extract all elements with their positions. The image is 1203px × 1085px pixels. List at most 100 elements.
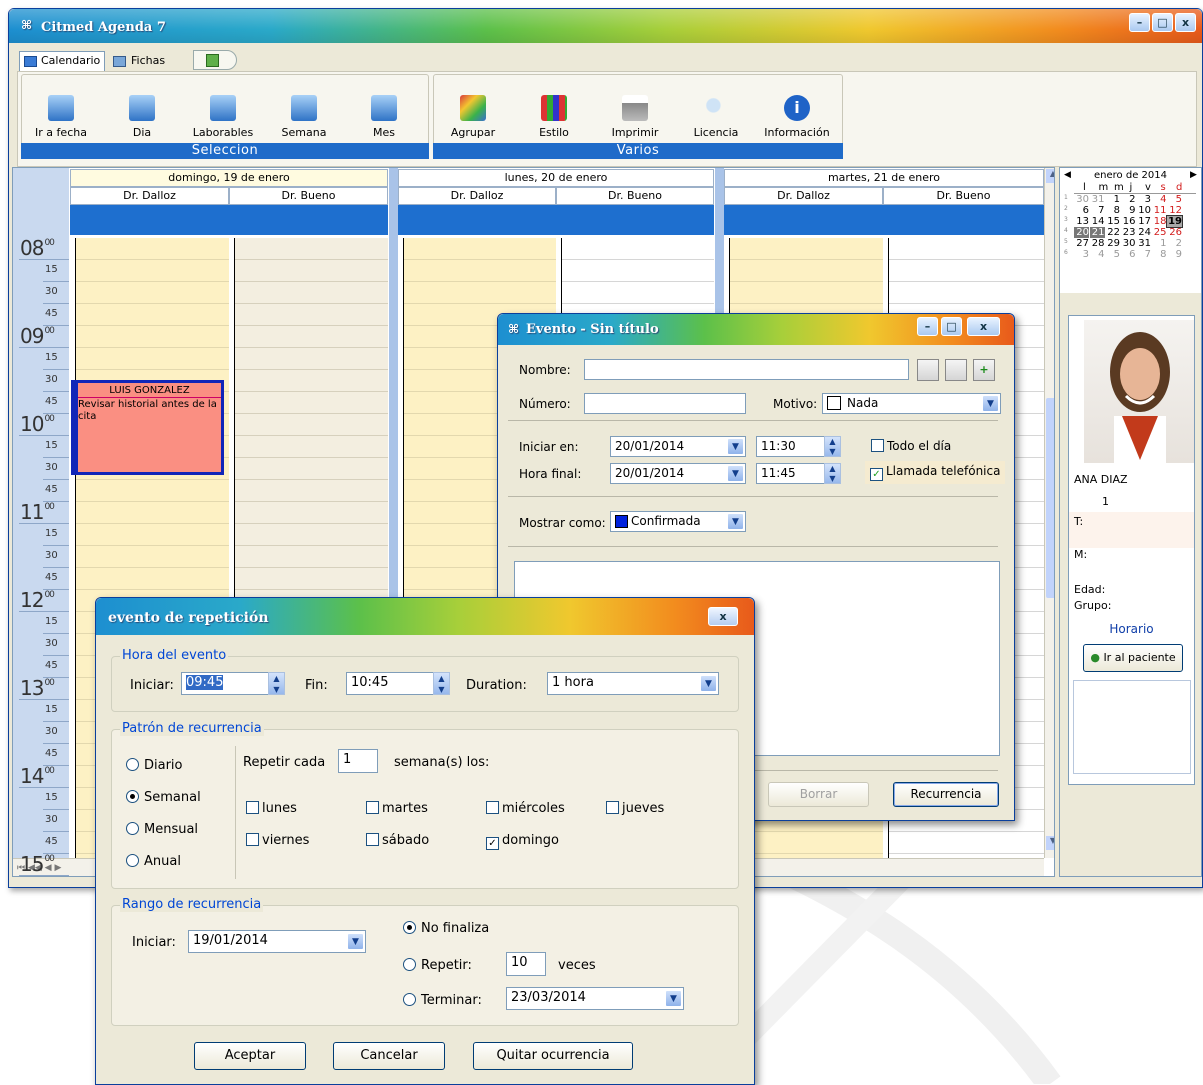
mini-calendar-day[interactable]: 14 (1090, 216, 1105, 227)
checkbox-icon[interactable]: ✓ (486, 837, 499, 850)
scroll-thumb[interactable] (1046, 398, 1054, 598)
checkbox-icon[interactable] (366, 801, 379, 814)
no-finaliza-radio[interactable]: No finaliza (403, 921, 489, 936)
checkbox-icon[interactable] (606, 801, 619, 814)
repetir-count-input[interactable]: 10 (506, 952, 546, 976)
repeticion-title-bar[interactable]: evento de repetición x (96, 598, 754, 635)
go-to-patient-button[interactable]: ● Ir al paciente (1083, 644, 1183, 672)
mini-calendar-day[interactable]: 25 (1152, 227, 1167, 238)
quitar-ocurrencia-button[interactable]: Quitar ocurrencia (473, 1042, 633, 1070)
radio-icon[interactable] (403, 958, 416, 971)
chevron-down-icon[interactable]: ▼ (727, 465, 744, 482)
all-day-band[interactable] (398, 205, 714, 235)
mini-calendar-day[interactable]: 31 (1090, 194, 1105, 205)
cancelar-button[interactable]: Cancelar (333, 1042, 445, 1070)
radio-icon[interactable] (403, 921, 416, 934)
mini-calendar-day[interactable]: 2 (1167, 238, 1182, 249)
radio-icon[interactable] (126, 790, 139, 803)
mini-calendar-day[interactable]: 21 (1089, 227, 1105, 238)
semana-button[interactable]: Semana (264, 95, 344, 139)
mini-calendar-day[interactable]: 22 (1105, 227, 1120, 238)
martes-checkbox[interactable]: martes (366, 801, 428, 816)
informacion-button[interactable]: i Información (757, 95, 837, 139)
mini-calendar-day[interactable]: 1 (1105, 194, 1120, 205)
checkbox-icon[interactable]: ✓ (870, 468, 883, 481)
anual-radio[interactable]: Anual (126, 854, 181, 869)
tab-calendario[interactable]: Calendario (19, 51, 105, 71)
mini-calendar-day[interactable]: 4 (1090, 249, 1104, 260)
hora-fin-input[interactable]: 10:45 ▲ ▼ (346, 672, 450, 695)
mini-calendar-day[interactable]: 28 (1090, 238, 1105, 249)
mes-button[interactable]: Mes (344, 95, 424, 139)
chevron-down-icon[interactable]: ▼ (700, 675, 717, 692)
licencia-button[interactable]: Licencia (676, 95, 756, 139)
mini-calendar-day[interactable]: 5 (1167, 194, 1182, 205)
search-icon[interactable] (945, 359, 967, 381)
aceptar-button[interactable]: Aceptar (194, 1042, 306, 1070)
mini-calendar-day[interactable]: 8 (1105, 205, 1120, 216)
refresh-tab-icon[interactable] (193, 50, 237, 70)
miercoles-checkbox[interactable]: miércoles (486, 801, 565, 816)
spinner-icon[interactable]: ▲ ▼ (824, 436, 841, 457)
diario-radio[interactable]: Diario (126, 758, 183, 773)
chevron-down-icon[interactable]: ▼ (727, 438, 744, 455)
checkbox-icon[interactable] (871, 439, 884, 452)
dia-button[interactable]: Dia (102, 95, 182, 139)
mini-calendar-day[interactable]: 20 (1074, 227, 1089, 238)
mensual-radio[interactable]: Mensual (126, 822, 198, 837)
checkbox-icon[interactable] (246, 833, 259, 846)
mini-calendar-day[interactable]: 27 (1074, 238, 1089, 249)
mostrar-como-select[interactable]: Confirmada ▼ (610, 511, 746, 532)
mini-calendar-day[interactable]: 9 (1167, 249, 1182, 260)
all-day-band[interactable] (70, 205, 388, 235)
minimize-button[interactable]: – (1129, 13, 1150, 32)
radio-icon[interactable] (126, 822, 139, 835)
radio-icon[interactable] (403, 993, 416, 1006)
mini-calendar-day[interactable]: 13 (1074, 216, 1089, 227)
domingo-checkbox[interactable]: ✓ domingo (486, 833, 559, 850)
mini-calendar-day[interactable]: 9 (1121, 205, 1135, 216)
close-button[interactable]: x (1175, 13, 1196, 32)
terminar-date-select[interactable]: 23/03/2014 ▼ (506, 987, 684, 1010)
mini-calendar-day[interactable]: 15 (1105, 216, 1120, 227)
chevron-down-icon[interactable]: ▼ (347, 933, 364, 950)
minimize-button[interactable]: – (917, 317, 938, 336)
tab-fichas[interactable]: Fichas (107, 53, 179, 71)
maximize-button[interactable]: □ (941, 317, 962, 336)
close-button[interactable]: x (708, 607, 738, 626)
laborables-button[interactable]: Laborables (183, 95, 263, 139)
estilo-button[interactable]: Estilo (514, 95, 594, 139)
viernes-checkbox[interactable]: viernes (246, 833, 309, 848)
agrupar-button[interactable]: Agrupar (433, 95, 513, 139)
sabado-checkbox[interactable]: sábado (366, 833, 429, 848)
final-date-input[interactable]: 20/01/2014 ▼ (610, 463, 746, 484)
jueves-checkbox[interactable]: jueves (606, 801, 664, 816)
mini-calendar-day[interactable]: 11 (1152, 205, 1167, 216)
title-bar[interactable]: ⌘ Citmed Agenda 7 – □ x (9, 9, 1202, 43)
mini-calendar-day[interactable]: 17 (1136, 216, 1151, 227)
mini-calendar-day[interactable]: 31 (1136, 238, 1151, 249)
mini-calendar-day[interactable]: 6 (1121, 249, 1135, 260)
mini-calendar-day[interactable]: 19 (1166, 215, 1183, 228)
numero-input[interactable] (584, 393, 746, 414)
llamada-telefonica-checkbox[interactable]: ✓ Llamada telefónica (865, 461, 1006, 484)
mini-calendar-day[interactable]: 23 (1121, 227, 1136, 238)
add-contact-icon[interactable]: + (973, 359, 995, 381)
maximize-button[interactable]: □ (1152, 13, 1173, 32)
radio-icon[interactable] (126, 758, 139, 771)
borrar-button[interactable]: Borrar (768, 782, 869, 807)
spinner-icon[interactable]: ▲ ▼ (433, 672, 450, 695)
mini-calendar-day[interactable]: 4 (1152, 194, 1166, 205)
mini-calendar-day[interactable]: 7 (1136, 249, 1151, 260)
mini-calendar-day[interactable]: 29 (1105, 238, 1120, 249)
spinner-icon[interactable]: ▲ ▼ (268, 672, 285, 695)
mini-calendar-day[interactable]: 24 (1136, 227, 1151, 238)
nombre-input[interactable] (584, 359, 909, 380)
checkbox-icon[interactable] (246, 801, 259, 814)
mini-calendar-day[interactable]: 2 (1121, 194, 1135, 205)
spinner-icon[interactable]: ▲ ▼ (824, 463, 841, 484)
mini-calendar-day[interactable]: 5 (1105, 249, 1120, 260)
repetir-cada-input[interactable]: 1 (338, 749, 378, 773)
appointment-event[interactable]: LUIS GONZALEZ Revisar historial antes de… (71, 380, 224, 475)
mini-calendar-day[interactable]: 3 (1074, 249, 1089, 260)
